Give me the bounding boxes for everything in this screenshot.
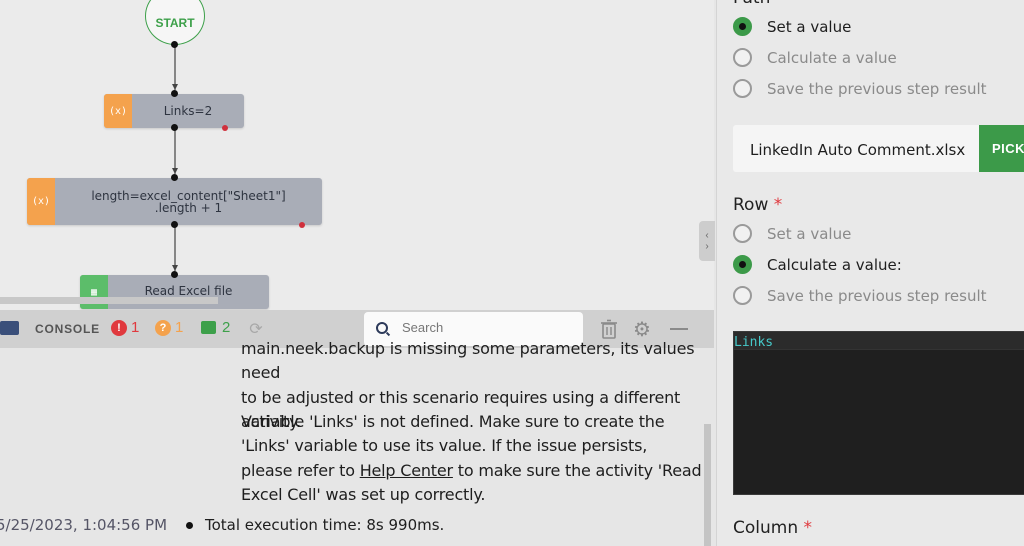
flow-connectors (172, 44, 178, 271)
row-option-save-previous[interactable]: Save the previous step result (733, 286, 987, 305)
pick-file-button[interactable]: PICK (979, 125, 1024, 172)
connector-dot[interactable] (171, 124, 178, 131)
column-title: Column * (733, 518, 813, 538)
warning-count[interactable]: ? 1 (155, 319, 183, 336)
log-message-2: Variable 'Links' is not defined. Make su… (241, 412, 702, 505)
radio-icon (733, 79, 752, 98)
radio-icon (733, 48, 752, 67)
radio-selected-icon (733, 17, 752, 36)
connector-dot[interactable] (171, 271, 178, 278)
required-marker: * (803, 518, 813, 538)
code-active-line (734, 332, 1024, 350)
log-bullet (186, 522, 193, 529)
radio-icon (733, 286, 752, 305)
path-option-save-previous[interactable]: Save the previous step result (733, 79, 987, 98)
error-indicator (299, 222, 305, 228)
question-circle-icon: ? (155, 319, 171, 336)
row-title: Row * (733, 195, 783, 215)
connector-dot[interactable] (171, 41, 178, 48)
required-marker: * (773, 195, 783, 215)
search-icon (376, 322, 388, 334)
exclamation-circle-icon: ! (111, 319, 127, 336)
code-editor[interactable]: Links (733, 331, 1024, 495)
node-label-line2: .length + 1 (154, 200, 223, 215)
search-input[interactable] (402, 320, 572, 335)
chevron-left-icon: ‹ (705, 230, 709, 241)
chevron-right-icon: › (705, 241, 709, 252)
row-option-calculate-value[interactable]: Calculate a value: (733, 255, 902, 274)
code-text: Links (734, 335, 774, 350)
collapse-panel-handle[interactable]: ‹ › (699, 221, 715, 261)
execution-time: Total execution time: 8s 990ms. (205, 516, 445, 534)
connector-dot[interactable] (171, 90, 178, 97)
console-icon (0, 321, 19, 335)
path-option-set-value[interactable]: Set a value (733, 17, 851, 36)
error-indicator (222, 125, 228, 131)
log-timestamp: 5/25/2023, 1:04:56 PM (0, 516, 168, 534)
radio-selected-icon (733, 255, 752, 274)
horizontal-scrollbar[interactable] (0, 297, 218, 304)
variable-icon: (x) (104, 94, 132, 128)
node-label: length=excel_content["Sheet1"] .length +… (55, 178, 322, 225)
radio-icon (733, 224, 752, 243)
message-count[interactable]: 2 (201, 319, 230, 336)
console-tab[interactable]: CONSOLE (35, 322, 100, 336)
row-option-set-value[interactable]: Set a value (733, 224, 851, 243)
error-count[interactable]: ! 1 (111, 319, 139, 336)
flow-canvas[interactable]: START (x) Links=2 (x) length=excel_conte… (0, 0, 714, 310)
connector-dot[interactable] (171, 174, 178, 181)
node-label: Links=2 (163, 104, 213, 118)
path-option-calculate-value[interactable]: Calculate a value (733, 48, 897, 67)
node-label-line1: length=excel_content["Sheet1"] (91, 188, 286, 203)
chat-icon (201, 321, 216, 334)
variable-icon: (x) (27, 178, 55, 225)
flow-node-length[interactable]: (x) length=excel_content["Sheet1"] .leng… (27, 178, 322, 228)
help-center-link[interactable]: Help Center (360, 461, 453, 480)
flow-node-links[interactable]: (x) Links=2 (104, 94, 244, 131)
vertical-scrollbar[interactable] (704, 424, 711, 546)
file-path-field[interactable]: LinkedIn Auto Comment.xlsx (733, 125, 979, 172)
path-title: Path (733, 0, 770, 8)
connector-dot[interactable] (171, 221, 178, 228)
